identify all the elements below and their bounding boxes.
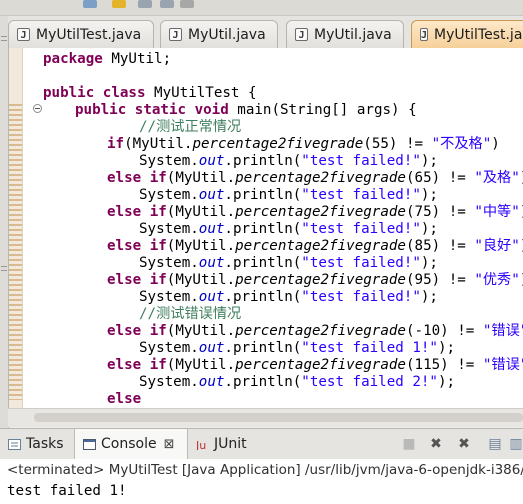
code-line: public class MyUtilTest { xyxy=(43,85,257,101)
code-line: else if(MyUtil.percentage2fivegrade(75) … xyxy=(107,204,523,220)
tab-myutiltest-java[interactable]: J MyUtilTest.java xyxy=(8,20,154,48)
clear-console-icon[interactable]: ▤ xyxy=(487,436,503,452)
run-icon[interactable] xyxy=(112,0,126,8)
editor-tab-bar: J MyUtilTest.java J MyUtil.java J MyUtil… xyxy=(8,16,523,49)
code-line: System.out.println("test failed!"); xyxy=(139,255,438,271)
code-line: System.out.println("test failed!"); xyxy=(139,187,438,203)
code-line: if(MyUtil.percentage2fivegrade(55) != "不… xyxy=(107,136,500,152)
code-line: System.out.println("test failed 1!"); xyxy=(139,340,456,356)
junit-icon: Ju xyxy=(196,439,206,450)
code-line: System.out.println("test failed!"); xyxy=(139,289,438,305)
scrollbar-thumb[interactable] xyxy=(34,413,523,422)
tab-junit[interactable]: Ju JUnit xyxy=(196,429,258,459)
console-output[interactable]: test failed 1! xyxy=(0,481,523,504)
tab-label: MyUtil.java xyxy=(188,26,266,43)
java-file-icon: J xyxy=(295,28,308,41)
print-icon[interactable] xyxy=(160,0,174,8)
code-line: System.out.println("test failed 2!"); xyxy=(139,374,456,390)
java-file-icon: J xyxy=(17,28,30,41)
bottom-panel-tabbar: Tasks Console ⊠ Ju JUnit ■ ✖ ✖ ▤ ▥ xyxy=(0,428,523,460)
code-line: else if(MyUtil.percentage2fivegrade(85) … xyxy=(107,238,523,254)
code-line: else xyxy=(107,391,142,407)
remove-launch-icon[interactable]: ✖ xyxy=(428,436,444,452)
code-comment: //测试错误情况 xyxy=(139,306,242,322)
svg-text:Ju: Ju xyxy=(196,439,206,450)
code-line: else if(MyUtil.percentage2fivegrade(95) … xyxy=(107,272,523,288)
close-icon[interactable]: ⊠ xyxy=(164,437,175,452)
tab-console[interactable]: Console ⊠ xyxy=(74,429,188,459)
tab-tasks[interactable]: Tasks xyxy=(8,429,70,459)
code-line: System.out.println("test failed!"); xyxy=(139,221,438,237)
console-status-line: <terminated> MyUtilTest [Java Applicatio… xyxy=(0,459,523,481)
tab-myutil-java-2[interactable]: J MyUtil.java xyxy=(286,20,404,48)
terminate-icon[interactable]: ■ xyxy=(401,436,417,452)
tasks-icon xyxy=(8,438,21,450)
remove-all-icon[interactable]: ✖ xyxy=(456,436,472,452)
tab-label: JUnit xyxy=(214,436,247,452)
code-comment: //测试正常情况 xyxy=(139,119,242,135)
code-editor[interactable]: package MyUtil; public class MyUtilTest … xyxy=(8,48,523,408)
code-line: System.out.println("test failed!"); xyxy=(139,153,438,169)
code-line: else if(MyUtil.percentage2fivegrade(-10)… xyxy=(107,323,523,339)
java-file-icon: J xyxy=(420,28,429,41)
tab-label: MyUtil.java xyxy=(314,26,392,43)
save-icon[interactable] xyxy=(138,0,152,8)
console-icon xyxy=(83,438,96,450)
tab-myutiltest-active[interactable]: J MyUtilTest.jav xyxy=(411,20,523,48)
tab-label: MyUtilTest.java xyxy=(36,26,142,43)
code-line: public static void main(String[] args) { xyxy=(75,102,417,118)
main-toolbar xyxy=(0,0,523,16)
tab-label: Console xyxy=(101,436,157,452)
code-line: else if(MyUtil.percentage2fivegrade(65) … xyxy=(107,170,523,186)
tab-myutil-java[interactable]: J MyUtil.java xyxy=(160,20,278,48)
debug-icon[interactable] xyxy=(83,0,97,8)
fold-collapse-icon[interactable] xyxy=(33,104,42,113)
code-line: package MyUtil; xyxy=(43,51,172,67)
toolbar-icon[interactable] xyxy=(180,0,194,8)
tab-label: MyUtilTest.jav xyxy=(434,26,523,43)
editor-horizontal-scrollbar[interactable] xyxy=(8,408,523,427)
java-file-icon: J xyxy=(169,28,182,41)
scroll-lock-icon[interactable]: ▥ xyxy=(508,436,523,452)
tab-label: Tasks xyxy=(26,436,64,452)
overview-ruler xyxy=(9,48,23,408)
code-line: else if(MyUtil.percentage2fivegrade(115)… xyxy=(107,357,523,373)
